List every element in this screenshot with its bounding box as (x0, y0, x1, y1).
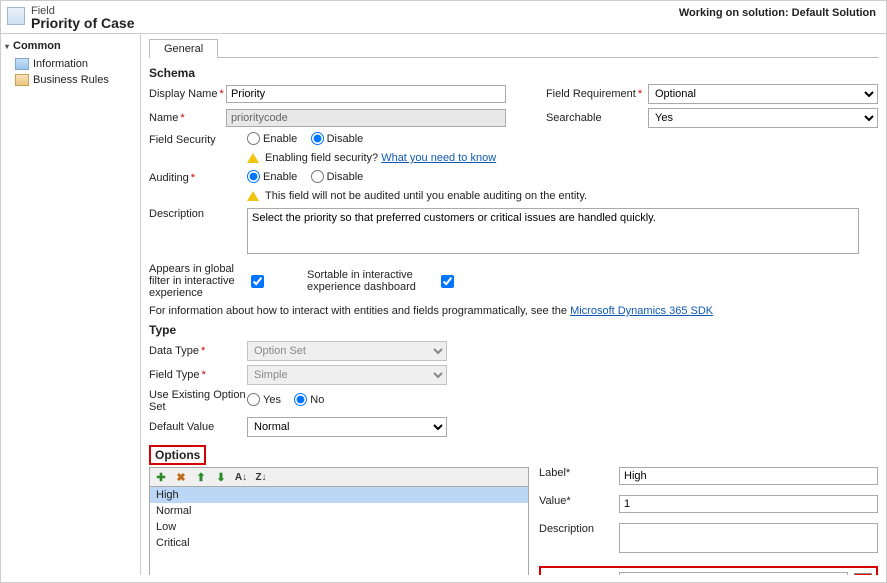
field-security-label: Field Security (149, 134, 216, 146)
description-textarea[interactable] (247, 208, 859, 254)
warning-icon (247, 153, 259, 163)
sdk-link[interactable]: Microsoft Dynamics 365 SDK (570, 305, 713, 317)
option-item[interactable]: Critical (150, 535, 528, 551)
type-heading: Type (149, 323, 878, 337)
sidebar-section-common[interactable]: ▾ Common (5, 40, 136, 52)
option-item[interactable]: Low (150, 519, 528, 535)
sidebar-item-label: Business Rules (33, 74, 109, 86)
options-list-panel: ✚ ✖ ⬆ ⬇ A↓ Z↓ High Normal Low Critical (149, 467, 529, 575)
schema-heading: Schema (149, 66, 878, 80)
required-marker: * (180, 112, 184, 124)
delete-option-button[interactable]: ✖ (174, 470, 188, 484)
name-label: Name (149, 112, 178, 124)
field-requirement-label: Field Requirement (546, 88, 636, 100)
required-marker: * (219, 88, 223, 100)
option-color-input[interactable] (619, 572, 848, 575)
use-existing-no-radio[interactable]: No (294, 393, 324, 406)
data-type-label: Data Type (149, 345, 199, 357)
option-description-label: Description (539, 523, 594, 535)
default-value-select[interactable]: Normal (247, 417, 447, 437)
color-row-highlight: Color (539, 566, 878, 575)
required-marker: * (638, 88, 642, 100)
sort-desc-button[interactable]: Z↓ (254, 470, 268, 484)
sidebar-section-label: Common (13, 40, 61, 52)
field-security-disable-radio[interactable]: Disable (311, 132, 364, 145)
sidebar: ▾ Common Information Business Rules (1, 34, 141, 575)
add-option-button[interactable]: ✚ (154, 470, 168, 484)
option-description-textarea[interactable] (619, 523, 878, 553)
security-what-you-need-link[interactable]: What you need to know (381, 152, 496, 164)
field-type-select: Simple (247, 365, 447, 385)
security-warning-text: Enabling field security? (265, 152, 378, 164)
options-list[interactable]: High Normal Low Critical (150, 487, 528, 575)
data-type-select: Option Set (247, 341, 447, 361)
option-value-input[interactable] (619, 495, 878, 513)
global-filter-checkbox[interactable] (251, 275, 264, 288)
auditing-label: Auditing (149, 172, 189, 184)
global-filter-label: Appears in global filter in interactive … (149, 263, 247, 299)
description-label: Description (149, 208, 204, 220)
searchable-label: Searchable (546, 112, 602, 124)
name-input (226, 109, 506, 127)
required-marker: * (566, 495, 570, 507)
tab-strip: General (149, 38, 878, 58)
chevron-down-icon: ▾ (5, 42, 9, 51)
color-swatch[interactable] (854, 573, 872, 575)
options-heading: Options (149, 445, 206, 465)
use-existing-yes-radio[interactable]: Yes (247, 393, 281, 406)
option-item[interactable]: High (150, 487, 528, 503)
option-item[interactable]: Normal (150, 503, 528, 519)
sdk-info-text: For information about how to interact wi… (149, 305, 567, 317)
option-details-panel: Label* Value* Description Color (539, 467, 878, 575)
required-marker: * (191, 172, 195, 184)
required-marker: * (202, 369, 206, 381)
searchable-select[interactable]: Yes (648, 108, 878, 128)
page-header: Field Priority of Case Working on soluti… (1, 1, 886, 34)
default-value-label: Default Value (149, 421, 214, 433)
field-type-label: Field Type (149, 369, 200, 381)
sort-asc-button[interactable]: A↓ (234, 470, 248, 484)
move-down-button[interactable]: ⬇ (214, 470, 228, 484)
sidebar-item-label: Information (33, 58, 88, 70)
information-icon (15, 58, 29, 70)
page-title: Priority of Case (31, 15, 134, 31)
field-requirement-select[interactable]: Optional (648, 84, 878, 104)
main-panel: General Schema Display Name* Field Requi… (141, 34, 886, 575)
tab-general[interactable]: General (149, 39, 218, 58)
sortable-checkbox[interactable] (441, 275, 454, 288)
required-marker: * (566, 467, 570, 479)
option-label-input[interactable] (619, 467, 878, 485)
required-marker: * (201, 345, 205, 357)
warning-icon (247, 191, 259, 201)
option-label-label: Label (539, 467, 566, 479)
business-rules-icon (15, 74, 29, 86)
options-toolbar: ✚ ✖ ⬆ ⬇ A↓ Z↓ (150, 468, 528, 487)
auditing-disable-radio[interactable]: Disable (311, 170, 364, 183)
entity-icon (7, 7, 25, 25)
auditing-enable-radio[interactable]: Enable (247, 170, 297, 183)
sortable-label: Sortable in interactive experience dashb… (307, 269, 437, 293)
field-security-enable-radio[interactable]: Enable (247, 132, 297, 145)
use-existing-label: Use Existing Option Set (149, 389, 247, 413)
move-up-button[interactable]: ⬆ (194, 470, 208, 484)
display-name-input[interactable] (226, 85, 506, 103)
sidebar-item-information[interactable]: Information (5, 56, 136, 72)
audit-warning-text: This field will not be audited until you… (265, 190, 587, 202)
option-value-label: Value (539, 495, 566, 507)
solution-context: Working on solution: Default Solution (679, 7, 876, 19)
sidebar-item-business-rules[interactable]: Business Rules (5, 72, 136, 88)
display-name-label: Display Name (149, 88, 217, 100)
